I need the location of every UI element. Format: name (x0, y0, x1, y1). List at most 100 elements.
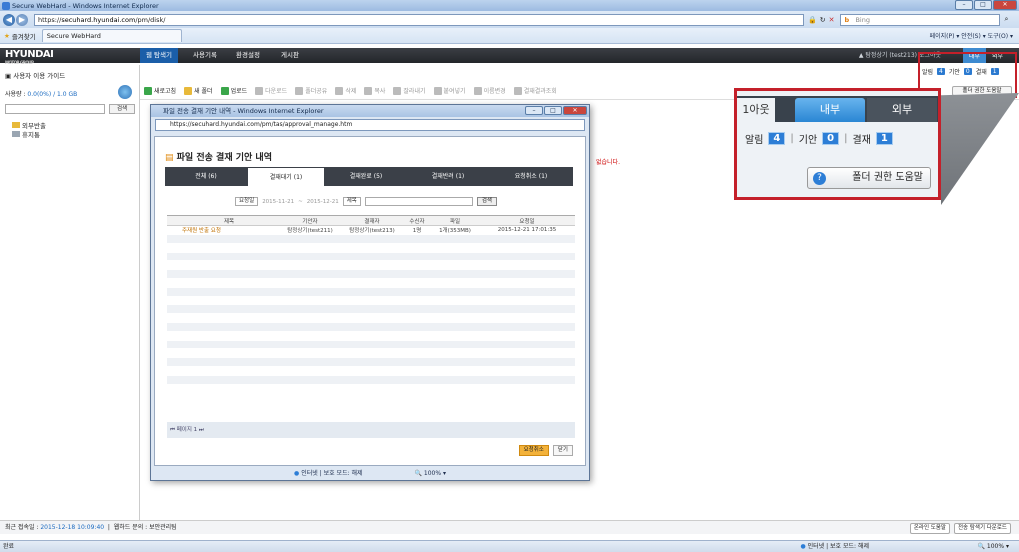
folder-search-input[interactable] (5, 104, 105, 114)
toolbar-share[interactable]: 폴더공유 (295, 86, 327, 95)
popup-url-field[interactable]: https://secuhard.hyundai.com/pm/tas/appr… (155, 119, 585, 131)
nav-tab-board[interactable]: 게시판 (275, 48, 305, 63)
approve-count[interactable]: 1 (990, 68, 999, 75)
select-all-checkbox[interactable] (167, 215, 179, 226)
table-row[interactable] (167, 278, 575, 288)
date-type-select[interactable]: 요청일 (235, 197, 259, 206)
forward-icon[interactable]: ▶ (16, 13, 28, 26)
table-row[interactable]: 주재원 반출 요청 탐정상기(test211) 탐정상기(test213) 1명 1개(… (167, 225, 575, 235)
callout-tab-outer[interactable]: 외부 (867, 98, 937, 122)
column-header[interactable]: 기안자 (279, 215, 341, 226)
column-header[interactable]: 요청일 (479, 215, 575, 226)
table-row[interactable] (167, 340, 575, 350)
row-checkbox[interactable] (167, 322, 179, 332)
table-row[interactable] (167, 357, 575, 367)
minimize-button[interactable]: – (955, 0, 973, 10)
row-checkbox[interactable] (167, 243, 179, 253)
to-date[interactable]: 2015-12-21 (307, 199, 339, 205)
table-row[interactable] (167, 384, 575, 394)
table-row[interactable] (167, 287, 575, 297)
tab-pending[interactable]: 결재대기 (1) (247, 167, 325, 186)
row-checkbox[interactable] (167, 331, 179, 341)
close-button[interactable]: ✕ (563, 106, 587, 115)
zoom-control[interactable]: 🔍 100% ▾ (414, 470, 445, 477)
toolbar-approval-result[interactable]: 결재결과조회 (513, 86, 557, 95)
toolbar-download[interactable]: 다운로드 (255, 86, 287, 95)
row-checkbox[interactable] (167, 278, 179, 288)
row-checkbox[interactable] (167, 357, 179, 367)
table-row[interactable] (167, 243, 575, 253)
table-row[interactable] (167, 252, 575, 262)
callout-alert-count[interactable]: 4 (768, 132, 786, 145)
install-explorer-button[interactable]: 전송 탐색기 다운로드 (953, 523, 1011, 534)
alert-count[interactable]: 4 (937, 68, 945, 75)
field-select[interactable]: 제목 (342, 197, 361, 206)
row-checkbox[interactable] (167, 287, 179, 297)
column-header[interactable]: 수신자 (403, 215, 431, 226)
tab-cancelled[interactable]: 요청취소 (1) (489, 167, 573, 186)
row-checkbox[interactable] (167, 313, 179, 323)
toolbar-refresh[interactable]: 새로고침 (144, 86, 176, 95)
url-field[interactable]: https://secuhard.hyundai.com/pm/disk/ (34, 13, 804, 26)
favorites-star-icon[interactable]: ★ (4, 32, 10, 40)
folder-item[interactable]: 외부반출 (12, 122, 46, 131)
tab-rejected[interactable]: 결재반려 (1) (407, 167, 489, 186)
table-row[interactable] (167, 366, 575, 376)
toolbar-copy[interactable]: 복사 (364, 86, 385, 95)
nav-tab-settings[interactable]: 환경설정 (230, 48, 266, 63)
refresh-icon[interactable]: ↻ (820, 16, 826, 24)
toolbar-new-folder[interactable]: 새 폴더 (184, 86, 213, 95)
column-header[interactable]: 결재자 (341, 215, 403, 226)
folder-item[interactable]: 휴지통 (12, 131, 46, 140)
minimize-button[interactable]: – (525, 106, 543, 115)
row-checkbox[interactable] (167, 366, 179, 376)
callout-help-button[interactable]: ? 폴더 권한 도움말 (807, 167, 931, 189)
nav-tab-history[interactable]: 사용기록 (187, 48, 223, 63)
online-help-button[interactable]: 온라인 도움말 (909, 523, 950, 534)
table-row[interactable] (167, 348, 575, 359)
row-checkbox[interactable] (167, 252, 179, 262)
maximize-button[interactable]: □ (544, 106, 562, 115)
pagination[interactable]: ⏮ 페이지 1 ⏭ (167, 422, 575, 438)
keyword-input[interactable] (364, 197, 473, 206)
search-input[interactable]: Bing (840, 13, 1001, 26)
term-count[interactable]: 0 (963, 68, 972, 75)
tab-all[interactable]: 전체 (6) (165, 167, 247, 186)
row-checkbox[interactable] (167, 269, 179, 279)
table-row[interactable] (167, 375, 575, 385)
table-row[interactable] (167, 260, 575, 271)
toolbar-cut[interactable]: 잘라내기 (393, 86, 426, 95)
row-checkbox[interactable] (167, 340, 179, 350)
table-row[interactable] (167, 304, 575, 315)
row-checkbox[interactable] (167, 348, 179, 359)
toolbar-rename[interactable]: 이름변경 (473, 86, 506, 95)
stop-icon[interactable]: ✕ (829, 16, 835, 24)
tab-approved[interactable]: 결재완료 (5) (325, 167, 407, 186)
toolbar-paste[interactable]: 붙여넣기 (433, 86, 466, 95)
maximize-button[interactable]: □ (974, 0, 992, 10)
nav-tab-explorer[interactable]: 웹 탐색기 (140, 48, 178, 63)
row-checkbox[interactable] (167, 375, 179, 385)
row-checkbox[interactable] (167, 296, 179, 306)
callout-tab-logout[interactable]: 1아웃 (737, 98, 775, 122)
folder-search-button[interactable]: 검색 (109, 104, 135, 114)
contact-info[interactable]: 웹하드 문의 : 보안관리팀 (114, 524, 177, 531)
row-checkbox[interactable] (167, 260, 179, 271)
table-row[interactable] (167, 331, 575, 341)
refresh-icon[interactable] (118, 85, 132, 99)
back-icon[interactable]: ◀ (3, 13, 15, 26)
lock-icon[interactable]: 🔒 (808, 16, 817, 24)
close-popup-button[interactable]: 닫기 (552, 445, 573, 456)
search-icon[interactable]: ⌕ (1004, 15, 1008, 24)
callout-term-count[interactable]: 0 (822, 132, 840, 145)
cancel-request-button[interactable]: 요청취소 (518, 445, 549, 456)
from-date[interactable]: 2015-11-21 (262, 199, 294, 205)
table-row[interactable] (167, 234, 575, 244)
table-row[interactable] (167, 269, 575, 279)
table-row[interactable] (167, 313, 575, 323)
zoom-control[interactable]: 🔍 100% ▾ (978, 541, 1009, 552)
callout-approve-count[interactable]: 1 (875, 132, 893, 145)
row-checkbox[interactable] (167, 234, 179, 244)
column-header[interactable]: 제목 (179, 215, 279, 226)
toolbar-upload[interactable]: 업로드 (220, 86, 247, 95)
